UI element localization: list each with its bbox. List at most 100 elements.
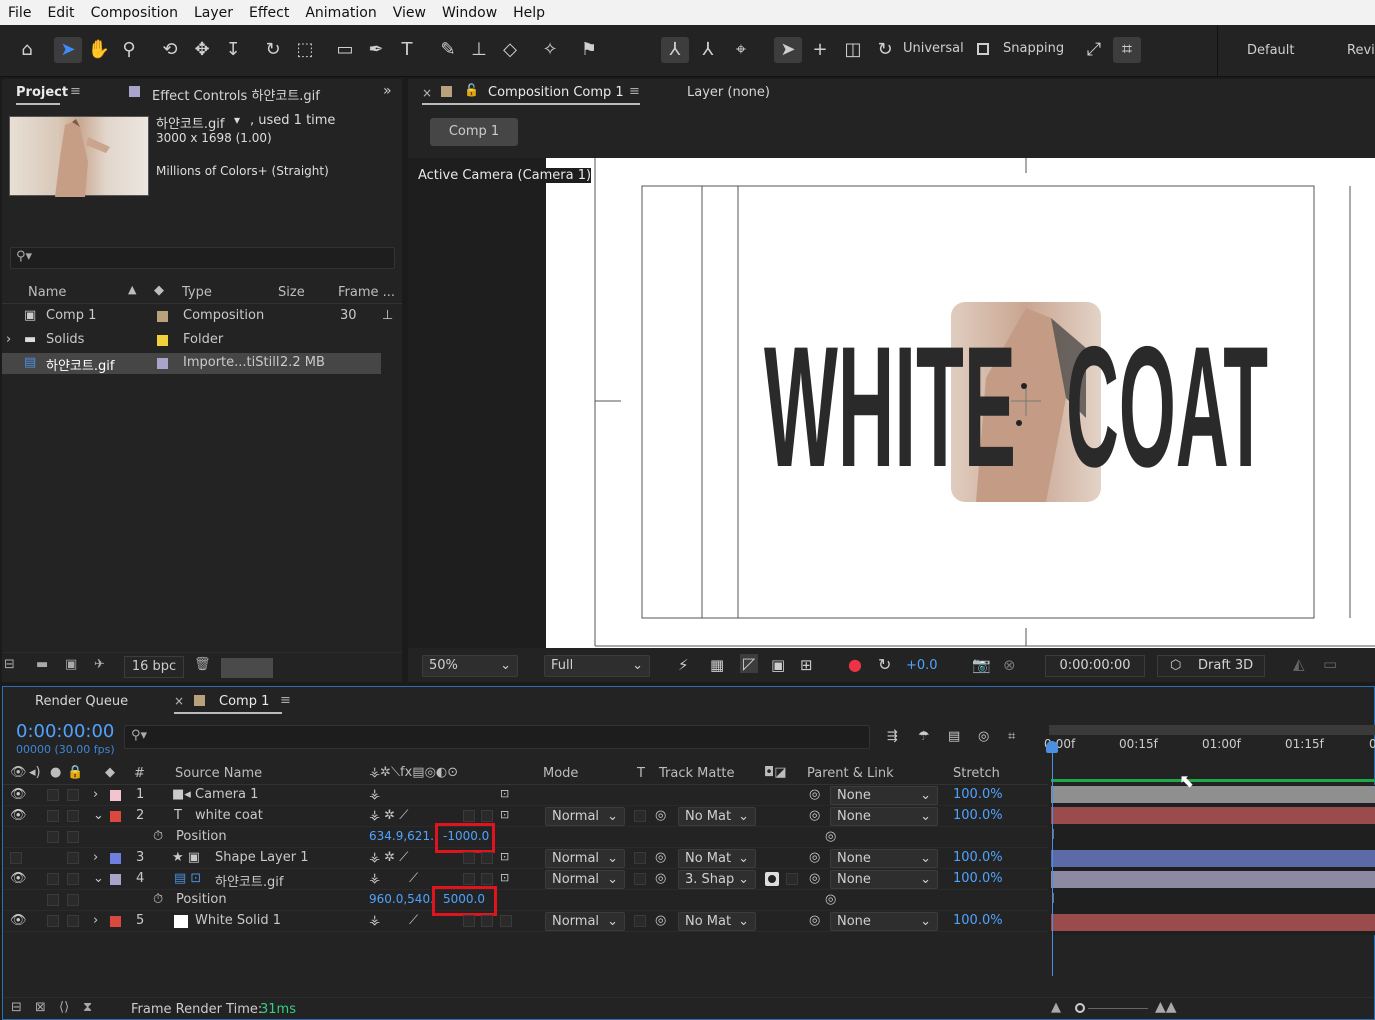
zoom-tool-icon[interactable]: ⚲ — [116, 37, 142, 63]
lock-toggle[interactable] — [67, 873, 79, 885]
project-tab[interactable]: Project — [16, 85, 68, 100]
shy-switch-icon[interactable]: ⚶ ✲ ⟋ — [369, 808, 408, 823]
menu-animation[interactable]: Animation — [297, 5, 384, 21]
menu-file[interactable]: File — [0, 5, 39, 21]
lock-column-icon[interactable]: 🔒 — [67, 765, 83, 780]
solo-icon[interactable]: ● — [50, 765, 61, 780]
pan-camera-icon[interactable]: ✥ — [189, 37, 215, 63]
label-tag-icon[interactable]: ◆ — [105, 765, 115, 780]
switch-toggle[interactable] — [463, 852, 475, 864]
alpha-matte-icon[interactable] — [765, 872, 779, 886]
comp-flowchart-icon[interactable]: ⇶ — [887, 729, 898, 744]
snap-target-icon[interactable]: ⌗ — [1113, 37, 1141, 63]
track-matte-dropdown[interactable]: 3. Shap ⌄ — [678, 870, 756, 889]
project-item-comp[interactable]: ▣ Comp 1 Composition 30 ⊥ — [2, 306, 402, 327]
layer-name[interactable]: 하얀코트.gif — [215, 871, 283, 890]
stretch-value[interactable]: 100.0% — [953, 787, 1003, 802]
parent-dropdown[interactable]: None ⌄ — [830, 786, 938, 805]
blend-mode-dropdown[interactable]: Normal ⌄ — [545, 849, 625, 868]
layer-row-4[interactable]: 👁 ⌄ 4 ▤ ⊡ 하얀코트.gif ⚶ ⟋ ⊡ Normal ⌄ ◎ 3. Sh… — [3, 869, 1048, 890]
matte-pickwhip-icon[interactable]: ◎ — [655, 850, 666, 865]
workspace-review[interactable]: Revi — [1347, 43, 1375, 58]
layer-bar-camera[interactable] — [1051, 786, 1375, 803]
label-swatch[interactable] — [110, 874, 121, 885]
matte-pickwhip-icon[interactable]: ◎ — [655, 808, 666, 823]
matte-icons[interactable]: ◘◪ — [764, 765, 787, 780]
playhead-handle[interactable] — [1046, 741, 1058, 753]
solo-toggle[interactable] — [47, 915, 59, 927]
resolution-dropdown[interactable]: Full ⌄ — [544, 655, 650, 677]
switch-toggle[interactable] — [481, 915, 493, 927]
lock-toggle[interactable] — [67, 852, 79, 864]
color-swatch-preview[interactable] — [221, 658, 273, 678]
exposure-value[interactable]: +0.0 — [906, 658, 938, 673]
pickwhip-icon[interactable]: ◎ — [809, 808, 820, 823]
zoom-slider-track[interactable] — [1088, 1008, 1148, 1009]
dropdown-arrow-icon[interactable]: ▾ — [234, 113, 240, 127]
settings-icon[interactable]: ✈ — [94, 657, 105, 672]
switch-toggle[interactable] — [481, 810, 493, 822]
column-frame[interactable]: Frame ... — [338, 285, 395, 300]
switch-toggle[interactable] — [481, 852, 493, 864]
rotate-tool-icon[interactable]: ↻ — [260, 37, 286, 63]
composition-tab[interactable]: Composition Comp 1 — [488, 85, 624, 100]
expand-chevron-icon[interactable]: › — [93, 913, 98, 928]
switches-icons[interactable]: ⚶✲⟍fx▤◎◐⊙ — [369, 765, 458, 780]
transparency-grid-icon[interactable]: ▦ — [710, 656, 724, 674]
roto-brush-icon[interactable]: ✧ — [537, 37, 563, 63]
column-source-name[interactable]: Source Name — [175, 766, 262, 781]
new-folder-icon[interactable]: ▬ — [36, 657, 48, 672]
pointer-icon[interactable]: ➤ — [774, 37, 802, 63]
layer-name[interactable]: Shape Layer 1 — [215, 850, 309, 865]
sort-ascending-icon[interactable]: ▲ — [128, 283, 136, 296]
panel-menu-icon[interactable]: ≡ — [280, 693, 291, 708]
menu-window[interactable]: Window — [434, 5, 505, 21]
interpret-footage-icon[interactable]: ⊟ — [4, 657, 15, 672]
view-axis-icon[interactable]: ⌖ — [728, 37, 754, 63]
3d-layer-icon[interactable]: ⊡ — [500, 871, 509, 884]
zoom-in-icon[interactable]: ▲▲ — [1155, 999, 1177, 1015]
view-layout-icon[interactable]: ▭ — [1323, 655, 1337, 673]
lock-toggle[interactable] — [67, 915, 79, 927]
layer-name[interactable]: white coat — [195, 808, 263, 823]
lock-icon[interactable]: 🔓 — [464, 83, 479, 97]
layer-row-2[interactable]: 👁 ⌄ 2 T white coat ⚶ ✲ ⟋ ⊡ Normal ⌄ ◎ No … — [3, 806, 1048, 827]
bit-depth-button[interactable]: 16 bpc — [124, 656, 184, 678]
label-swatch[interactable] — [110, 811, 121, 822]
3d-view-icon[interactable]: ◭ — [1293, 655, 1305, 673]
collapse-chevron-icon[interactable]: ⌄ — [93, 871, 104, 886]
parent-dropdown[interactable]: None ⌄ — [830, 912, 938, 931]
project-item-solids[interactable]: › ▬ Solids Folder — [2, 330, 402, 351]
solo-toggle[interactable] — [47, 873, 59, 885]
local-axis-icon[interactable]: ⅄ — [661, 37, 689, 63]
blend-mode-dropdown[interactable]: Normal ⌄ — [545, 912, 625, 931]
audio-icon[interactable]: ◂) — [29, 765, 41, 780]
zoom-out-icon[interactable]: ▲ — [1051, 1000, 1061, 1015]
selection-tool-icon[interactable]: ➤ — [54, 37, 82, 63]
pickwhip-icon[interactable]: ◎ — [809, 787, 820, 802]
stretch-value[interactable]: 100.0% — [953, 913, 1003, 928]
3d-layer-toggle[interactable] — [500, 915, 512, 927]
expression-pickwhip-icon[interactable]: ◎ — [825, 892, 836, 907]
universal-label[interactable]: Universal — [903, 41, 964, 56]
lock-toggle[interactable] — [67, 894, 79, 906]
label-swatch[interactable] — [157, 311, 168, 322]
preserve-transparency-toggle[interactable] — [634, 873, 646, 885]
viewer-timecode[interactable]: 0:00:00:00 — [1045, 655, 1145, 677]
layer-bar-shape[interactable] — [1051, 850, 1375, 867]
trash-icon[interactable]: 🗑 — [194, 657, 211, 672]
menu-help[interactable]: Help — [505, 5, 553, 21]
scale-gizmo-icon[interactable]: ◫ — [840, 37, 866, 63]
transfer-controls-icon[interactable]: ⊠ — [35, 1000, 46, 1015]
label-tag-icon[interactable]: ◆ — [154, 283, 164, 298]
layer-row-1[interactable]: 👁 › 1 ■◂ Camera 1 ⚶ ⊡ ◎ None ⌄ 100.0% — [3, 785, 1048, 806]
brush-tool-icon[interactable]: ✎ — [435, 37, 461, 63]
layer-switches-icon[interactable]: ⊟ — [11, 1000, 22, 1015]
label-swatch[interactable] — [157, 335, 168, 346]
stretch-value[interactable]: 100.0% — [953, 808, 1003, 823]
layer-row-3[interactable]: › 3 ★ ▣ Shape Layer 1 ⚶ ✲ ⟋ ⊡ Normal ⌄ ◎ … — [3, 848, 1048, 869]
track-matte-dropdown[interactable]: No Mat ⌄ — [678, 849, 756, 868]
shy-switch-icon[interactable]: ⚶ — [369, 871, 380, 886]
layer-tab[interactable]: Layer (none) — [687, 85, 770, 100]
frame-blending-icon[interactable]: ▤ — [948, 729, 960, 744]
